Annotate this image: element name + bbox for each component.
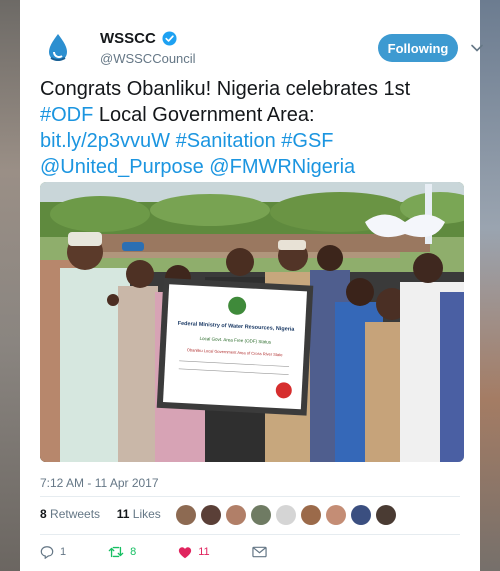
direct-message-button[interactable] [252, 546, 273, 558]
following-button[interactable]: Following [378, 34, 458, 62]
hashtag-sanitation[interactable]: #Sanitation [176, 130, 276, 152]
chevron-down-icon[interactable] [470, 41, 484, 55]
tweet-photo[interactable]: Federal Ministry of Water Resources, Nig… [40, 182, 464, 462]
avatar[interactable] [176, 505, 196, 525]
hashtag-odf[interactable]: #ODF [40, 104, 93, 126]
likers-avatars [176, 505, 401, 525]
retweet-count: 8 [130, 546, 137, 558]
account-name[interactable]: WSSCC [100, 30, 156, 47]
tweet-text-line2: Local Government Area: [93, 104, 315, 126]
verified-badge-icon [162, 31, 177, 46]
tweet-timestamp[interactable]: 7:12 AM - 11 Apr 2017 [40, 476, 159, 490]
account-handle[interactable]: @WSSCCouncil [100, 51, 196, 66]
reply-button[interactable]: 1 [40, 545, 66, 559]
likes-stat[interactable]: 11 Likes [117, 507, 161, 521]
avatar[interactable] [201, 505, 221, 525]
retweet-icon [108, 546, 124, 558]
likes-count: 11 [116, 507, 130, 521]
tweet-text-line1: Congrats Obanliku! Nigeria celebrates 1s… [40, 78, 411, 100]
divider [40, 534, 460, 535]
avatar[interactable] [301, 505, 321, 525]
avatar[interactable] [251, 505, 271, 525]
likes-label: Likes [132, 507, 161, 521]
reply-count: 1 [60, 546, 67, 558]
heart-icon [179, 546, 192, 558]
photo-scene: Federal Ministry of Water Resources, Nig… [40, 182, 464, 462]
hashtag-gsf[interactable]: #GSF [281, 130, 333, 152]
avatar[interactable] [351, 505, 371, 525]
like-count: 11 [198, 546, 210, 558]
mention-united-purpose[interactable]: @United_Purpose [40, 156, 204, 178]
avatar[interactable] [276, 505, 296, 525]
tweet-header: WSSCC @WSSCCouncil Following [40, 24, 483, 70]
tweet-text: Congrats Obanliku! Nigeria celebrates 1s… [40, 76, 470, 180]
reply-icon [40, 546, 54, 559]
avatar[interactable] [40, 30, 76, 66]
mention-fmwrnigeria[interactable]: @FMWRNigeria [209, 156, 355, 178]
tweet-link[interactable]: bit.ly/2p3vvuW [40, 130, 170, 152]
avatar[interactable] [376, 505, 396, 525]
retweets-stat[interactable]: 8 Retweets [40, 507, 100, 521]
engagement-stats: 8 Retweets 11 Likes [40, 507, 161, 529]
like-button[interactable]: 11 [178, 546, 210, 559]
retweets-label: Retweets [50, 507, 101, 521]
divider [40, 496, 460, 497]
tweet-card: WSSCC @WSSCCouncil Following Congrats Ob… [20, 0, 483, 571]
envelope-icon [252, 546, 267, 558]
tweet-actions: 1 8 11 [40, 544, 315, 560]
avatar[interactable] [326, 505, 346, 525]
avatar[interactable] [226, 505, 246, 525]
retweets-count: 8 [40, 507, 47, 521]
retweet-button[interactable]: 8 [108, 545, 136, 559]
